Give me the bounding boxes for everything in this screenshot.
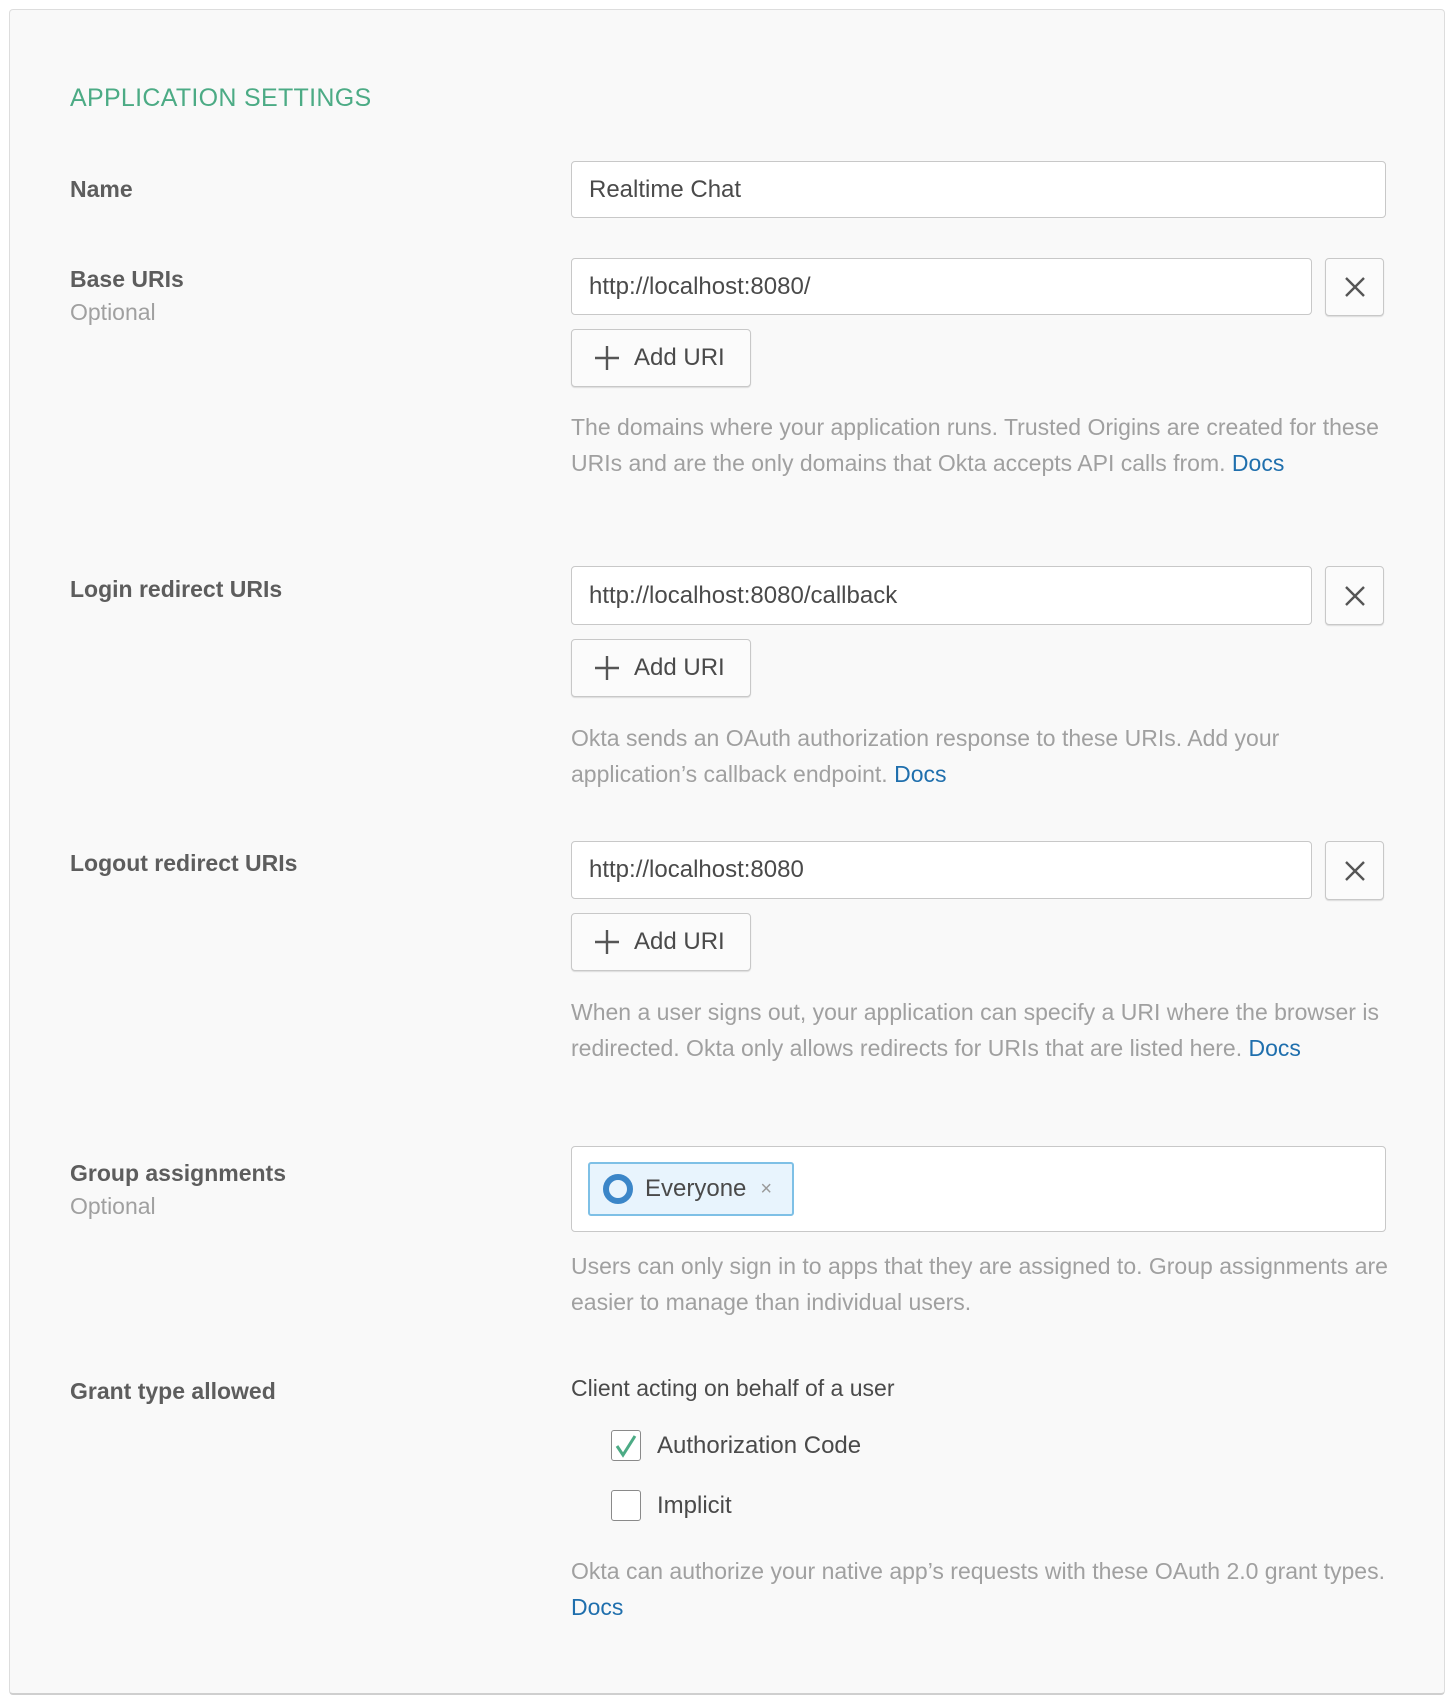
authorization-code-option[interactable]: Authorization Code [611,1430,861,1461]
implicit-option[interactable]: Implicit [611,1490,732,1521]
logout-redirect-uri-input-field[interactable] [589,856,1294,884]
grant-type-help-text: Okta can authorize your native app’s req… [571,1558,1385,1584]
plus-icon [595,346,619,370]
base-uris-optional: Optional [70,299,156,325]
base-uri-input[interactable] [571,258,1312,315]
plus-icon [595,930,619,954]
close-icon [1344,860,1365,881]
group-chip-everyone: Everyone × [588,1162,794,1216]
grant-type-label: Grant type allowed [70,1378,276,1404]
group-assignments-optional: Optional [70,1193,156,1219]
login-redirect-uri-input-field[interactable] [589,581,1294,610]
base-uri-input-field[interactable] [589,272,1294,301]
grant-type-help: Okta can authorize your native app’s req… [571,1553,1391,1625]
name-label: Name [70,176,133,202]
login-redirect-docs-link[interactable]: Docs [894,761,946,787]
group-assignments-label: Group assignments [70,1160,286,1186]
plus-icon [595,656,619,680]
close-icon [1344,277,1365,297]
group-icon [603,1174,633,1204]
remove-base-uri-button[interactable] [1325,258,1384,316]
add-login-redirect-uri-label: Add URI [634,654,725,681]
group-chip-label: Everyone [645,1175,747,1202]
implicit-checkbox[interactable] [611,1490,641,1521]
add-logout-redirect-uri-label: Add URI [634,928,725,955]
name-input[interactable] [571,161,1386,218]
authorization-code-checkbox[interactable] [611,1430,641,1461]
base-uris-label: Base URIs [70,266,184,292]
section-heading: APPLICATION SETTINGS [70,84,372,112]
add-logout-redirect-uri-button[interactable]: Add URI [571,913,751,971]
group-assignments-help: Users can only sign in to apps that they… [571,1248,1391,1320]
checkmark-icon [615,1434,637,1458]
authorization-code-label: Authorization Code [657,1431,862,1459]
base-uris-help: The domains where your application runs.… [571,409,1391,481]
login-redirect-help: Okta sends an OAuth authorization respon… [571,720,1391,792]
add-login-redirect-uri-button[interactable]: Add URI [571,639,751,697]
login-redirect-uri-input[interactable] [571,566,1312,625]
add-base-uri-label: Add URI [634,344,725,371]
logout-redirect-uri-input[interactable] [571,841,1312,899]
group-assignments-input[interactable]: Everyone × [571,1146,1386,1232]
base-uris-docs-link[interactable]: Docs [1232,450,1284,476]
name-input-field[interactable] [589,175,1368,204]
grant-type-subtitle: Client acting on behalf of a user [571,1375,895,1401]
add-base-uri-button[interactable]: Add URI [571,329,751,387]
implicit-label: Implicit [657,1491,732,1519]
grant-type-docs-link[interactable]: Docs [571,1594,623,1620]
login-redirect-label: Login redirect URIs [70,576,283,602]
logout-redirect-label: Logout redirect URIs [70,850,298,876]
logout-redirect-docs-link[interactable]: Docs [1249,1035,1301,1061]
remove-logout-redirect-uri-button[interactable] [1325,841,1384,900]
group-assignments-help-text: Users can only sign in to apps that they… [571,1253,1388,1315]
logout-redirect-help: When a user signs out, your application … [571,994,1391,1066]
close-icon [1344,585,1365,606]
remove-login-redirect-uri-button[interactable] [1325,566,1384,625]
remove-group-icon[interactable]: × [760,1178,772,1201]
